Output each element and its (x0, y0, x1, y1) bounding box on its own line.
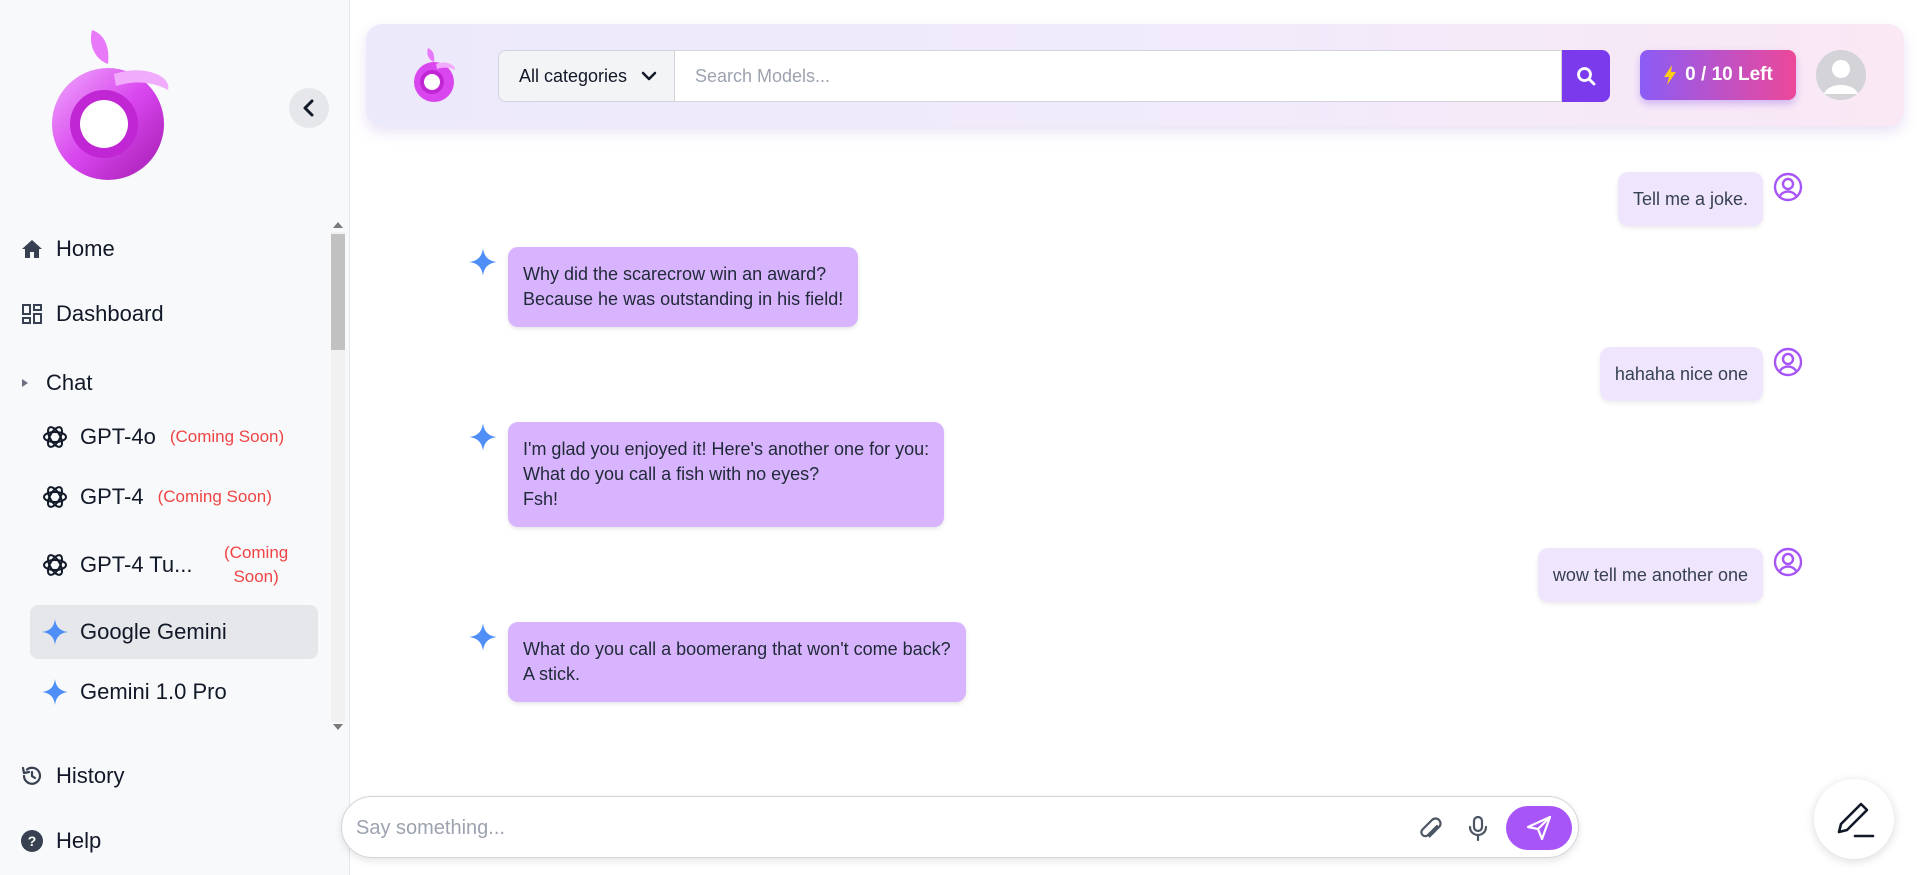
nav-history[interactable]: History (20, 763, 124, 789)
openai-icon (40, 550, 70, 580)
nav-help-label: Help (56, 828, 102, 853)
coming-soon-line-2: Soon) (233, 567, 279, 586)
gemini-sparkle-icon (40, 677, 70, 707)
collapse-sidebar-button[interactable] (289, 88, 329, 128)
message-composer (341, 796, 1579, 858)
openai-icon (40, 422, 70, 452)
nav-home-label: Home (56, 236, 115, 261)
model-item-google-gemini[interactable]: Google Gemini (30, 605, 318, 659)
nav-dashboard-label: Dashboard (56, 301, 164, 326)
home-icon (22, 240, 42, 258)
message-line: I'm glad you enjoyed it! Here's another … (523, 439, 930, 459)
message-line: What do you call a boomerang that won't … (523, 639, 951, 659)
message-text: wow tell me another one (1552, 564, 1748, 585)
message-line: What do you call a fish with no eyes? (523, 464, 820, 484)
model-item-gemini-1-0-pro[interactable]: Gemini 1.0 Pro (30, 665, 318, 719)
user-circle-icon (1773, 172, 1803, 202)
message-input[interactable] (356, 809, 1406, 847)
coming-soon-badge: (Coming Soon) (224, 541, 288, 589)
user-circle-icon (1773, 547, 1803, 577)
model-name: Gemini 1.0 Pro (80, 679, 227, 704)
coming-soon-badge: (Coming Soon) (157, 487, 272, 506)
gemini-sparkle-icon (469, 423, 497, 451)
gemini-sparkle-icon (469, 248, 497, 276)
chat-section-label: Chat (46, 370, 93, 395)
top-bar: All categories 0 / 10 Left (366, 24, 1904, 126)
coming-soon-badge: (Coming Soon) (169, 427, 285, 446)
nav-help[interactable]: ? Help (20, 828, 101, 854)
model-item-gpt-4-turbo[interactable]: GPT-4 Tu... (Coming Soon) (30, 538, 318, 592)
user-avatar[interactable] (1816, 50, 1866, 100)
app-logo[interactable] (44, 24, 174, 184)
coming-soon-line-1: (Coming (224, 543, 289, 562)
model-name: Google Gemini (80, 619, 227, 644)
model-name: GPT-4o (80, 424, 156, 449)
user-circle-icon (1773, 347, 1803, 377)
user-message: wow tell me another one (1537, 548, 1763, 602)
chevron-left-icon (303, 99, 314, 117)
microphone-icon[interactable] (1464, 814, 1492, 842)
search-models-input[interactable] (674, 50, 1562, 102)
lightning-icon (1664, 65, 1677, 85)
history-icon (21, 766, 42, 785)
model-name: GPT-4 (80, 484, 144, 509)
ai-message: Why did the scarecrow win an award? Beca… (508, 247, 859, 327)
scrollbar-thumb[interactable] (331, 234, 345, 350)
sidebar: Home Dashboard Chat GPT-4o (Coming Soon)… (0, 0, 350, 875)
caret-right-icon (22, 379, 28, 387)
scroll-down-arrow-icon[interactable] (333, 724, 343, 730)
send-button[interactable] (1506, 806, 1572, 850)
model-item-gpt-4o[interactable]: GPT-4o (Coming Soon) (30, 410, 318, 464)
new-chat-button[interactable] (1814, 779, 1894, 859)
model-item-gpt-4[interactable]: GPT-4 (Coming Soon) (30, 470, 318, 524)
message-text: hahaha nice one (1614, 363, 1748, 384)
message-line: A stick. (523, 664, 581, 684)
pen-icon (1837, 802, 1875, 838)
ai-message: I'm glad you enjoyed it! Here's another … (508, 422, 945, 527)
svg-text:?: ? (28, 833, 37, 849)
message-line: Because he was outstanding in his field! (523, 289, 844, 309)
ai-message: What do you call a boomerang that won't … (508, 622, 966, 702)
scroll-up-arrow-icon[interactable] (333, 222, 343, 228)
user-message: hahaha nice one (1599, 347, 1763, 401)
category-select-value: All categories (519, 65, 628, 86)
credits-label: 0 / 10 Left (1685, 64, 1773, 85)
chevron-down-icon (641, 71, 657, 81)
dashboard-icon (22, 304, 42, 324)
category-select[interactable]: All categories (498, 50, 674, 102)
gemini-sparkle-icon (40, 617, 70, 647)
search-button[interactable] (1562, 50, 1610, 102)
user-avatar-icon (1816, 50, 1866, 100)
chat-section-toggle[interactable]: Chat (22, 370, 92, 396)
message-text: Tell me a joke. (1632, 188, 1748, 209)
app-logo-small[interactable] (410, 46, 458, 104)
sidebar-scrollbar[interactable] (329, 218, 347, 736)
help-icon: ? (21, 830, 43, 852)
nav-dashboard[interactable]: Dashboard (20, 301, 164, 327)
nav-home[interactable]: Home (20, 236, 115, 262)
send-icon (1526, 815, 1552, 841)
paperclip-icon[interactable] (1416, 814, 1444, 842)
nav-history-label: History (56, 763, 125, 788)
model-name: GPT-4 Tu... (80, 552, 193, 577)
credits-button[interactable]: 0 / 10 Left (1640, 50, 1796, 100)
message-line: Fsh! (523, 489, 559, 509)
user-message: Tell me a joke. (1617, 172, 1763, 226)
search-icon (1577, 67, 1596, 86)
gemini-sparkle-icon (469, 623, 497, 651)
message-line: Why did the scarecrow win an award? (523, 264, 827, 284)
openai-icon (40, 482, 70, 512)
